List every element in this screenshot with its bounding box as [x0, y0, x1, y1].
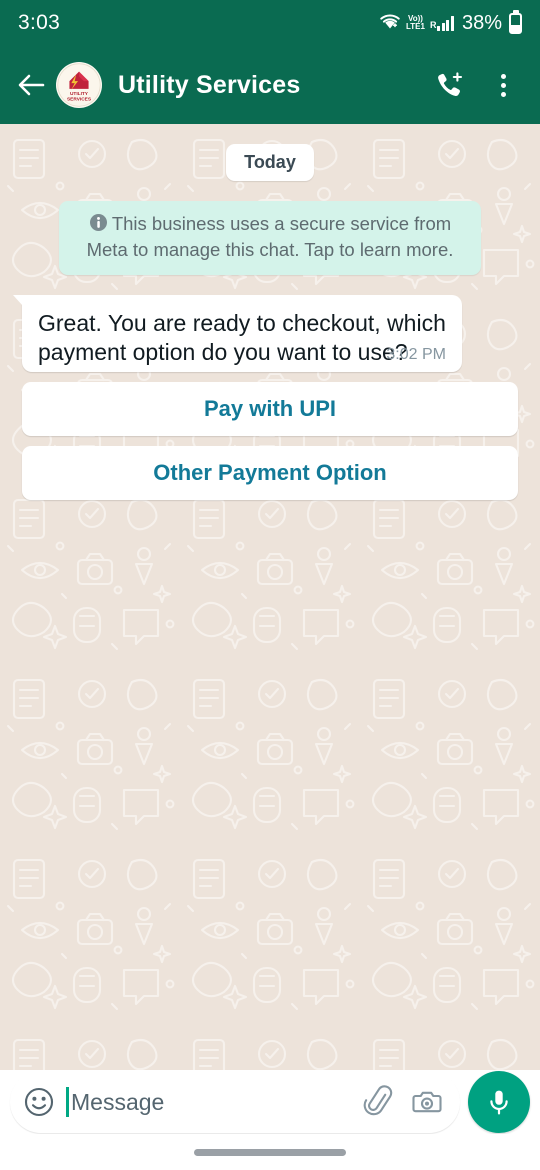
signal-bars-icon: R	[429, 15, 454, 31]
status-time: 3:03	[18, 11, 61, 34]
message-bubble[interactable]: Great. You are ready to checkout, which …	[13, 294, 462, 372]
battery-percent-label: 38%	[461, 11, 502, 34]
quick-reply-other-payment-option[interactable]: Other Payment Option	[22, 445, 518, 500]
add-call-icon[interactable]	[426, 62, 472, 108]
page-title[interactable]: Utility Services	[118, 71, 426, 100]
message-input-field[interactable]: Message	[66, 1087, 350, 1117]
quick-reply-pay-with-upi[interactable]: Pay with UPI	[22, 381, 518, 436]
day-divider: Today	[0, 144, 540, 181]
back-arrow-icon[interactable]	[10, 64, 52, 106]
volte-bottom-label: LTE1	[406, 22, 425, 31]
app-bar: UTILITY SERVICES Utility Services	[0, 46, 540, 124]
quick-reply-label: Other Payment Option	[153, 459, 387, 485]
gesture-home-handle[interactable]	[194, 1148, 346, 1156]
microphone-icon[interactable]	[468, 1071, 530, 1133]
volte-indicator: Vo)) LTE1	[406, 15, 425, 31]
contact-avatar[interactable]: UTILITY SERVICES	[56, 62, 102, 108]
camera-icon[interactable]	[408, 1083, 446, 1121]
message-input-pill[interactable]: Message	[10, 1071, 460, 1133]
battery-icon	[509, 12, 522, 34]
info-icon	[89, 213, 108, 238]
roaming-label: R	[429, 19, 437, 30]
paperclip-icon[interactable]	[360, 1083, 398, 1121]
day-divider-label: Today	[226, 144, 314, 181]
message-text: Great. You are ready to checkout, which …	[38, 309, 446, 366]
svg-text:UTILITY: UTILITY	[70, 91, 89, 97]
business-notice-text: This business uses a secure service from…	[86, 213, 454, 261]
app-bar-actions	[426, 62, 526, 108]
message-row-incoming: Great. You are ready to checkout, which …	[0, 294, 540, 372]
chat-message-area[interactable]: Today This business uses a secure servic…	[0, 124, 540, 1070]
business-security-notice[interactable]: This business uses a secure service from…	[59, 201, 481, 275]
quick-reply-label: Pay with UPI	[203, 395, 337, 421]
emoji-smiley-icon[interactable]	[22, 1085, 56, 1119]
status-bar: 3:03 Vo)) LTE1 R 38%	[0, 0, 540, 46]
message-input-placeholder: Message	[71, 1088, 165, 1115]
system-navigation-bar	[0, 1134, 540, 1170]
status-indicators: Vo)) LTE1 R 38%	[378, 12, 522, 35]
message-input-bar: Message	[0, 1070, 540, 1134]
signal-strength-bars	[437, 15, 454, 31]
svg-text:SERVICES: SERVICES	[67, 96, 91, 102]
wifi-icon	[378, 12, 402, 35]
overflow-menu-icon[interactable]	[480, 62, 526, 108]
